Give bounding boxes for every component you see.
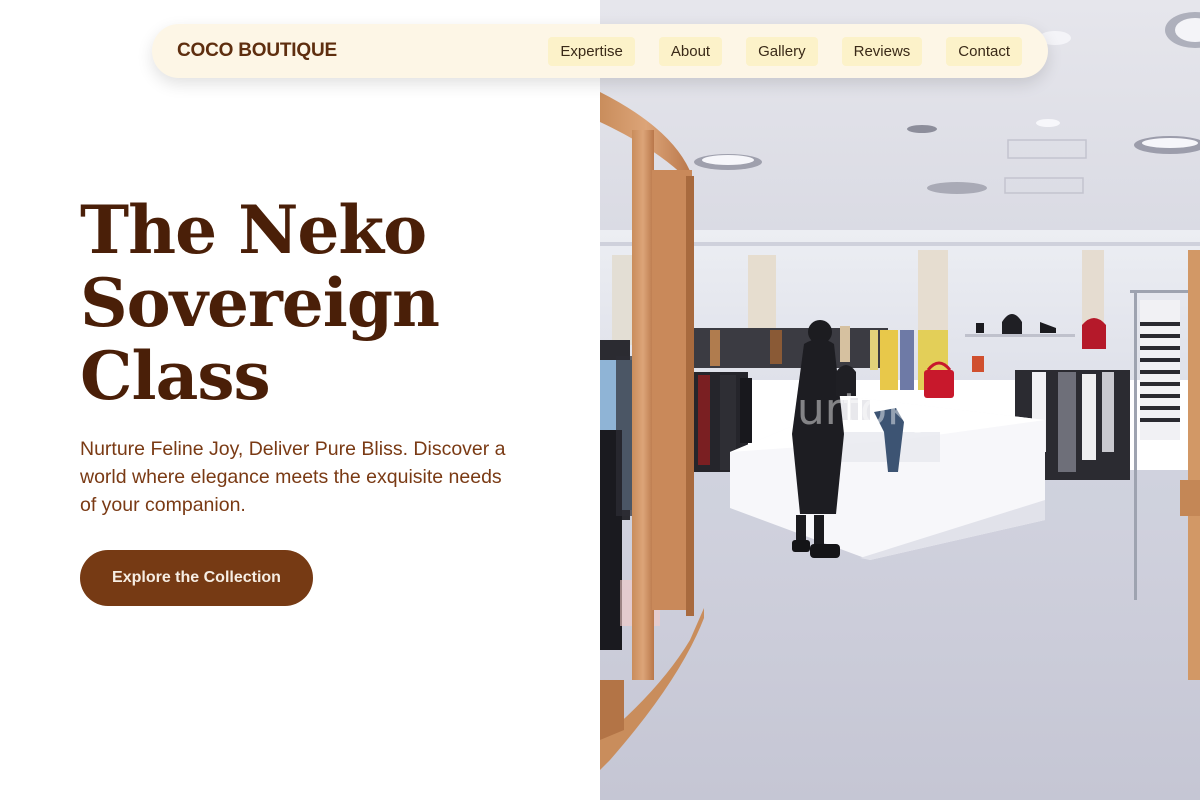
nav-link-reviews[interactable]: Reviews xyxy=(841,36,923,66)
nav-link-gallery[interactable]: Gallery xyxy=(746,36,818,66)
brand-logo[interactable]: COCO BOUTIQUE xyxy=(177,40,337,62)
nav-link-contact[interactable]: Contact xyxy=(946,36,1022,66)
explore-collection-button[interactable]: Explore the Collection xyxy=(80,550,313,606)
nav-links: Expertise About Gallery Reviews Contact xyxy=(548,36,1022,66)
photo-watermark: ourtokyo xyxy=(770,384,964,435)
top-nav: COCO BOUTIQUE Expertise About Gallery Re… xyxy=(152,24,1048,78)
boutique-hero-image: ourtokyo xyxy=(600,0,1200,800)
nav-link-expertise[interactable]: Expertise xyxy=(548,36,635,66)
hero-title-line-3: Class xyxy=(80,337,271,415)
hero-title: The Neko Sovereign Class xyxy=(80,194,560,413)
nav-link-about[interactable]: About xyxy=(658,36,723,66)
hero-title-line-1: The Neko xyxy=(80,191,427,269)
hero-subtitle: Nurture Feline Joy, Deliver Pure Bliss. … xyxy=(80,438,506,516)
hero-title-line-2: Sovereign xyxy=(80,264,440,342)
